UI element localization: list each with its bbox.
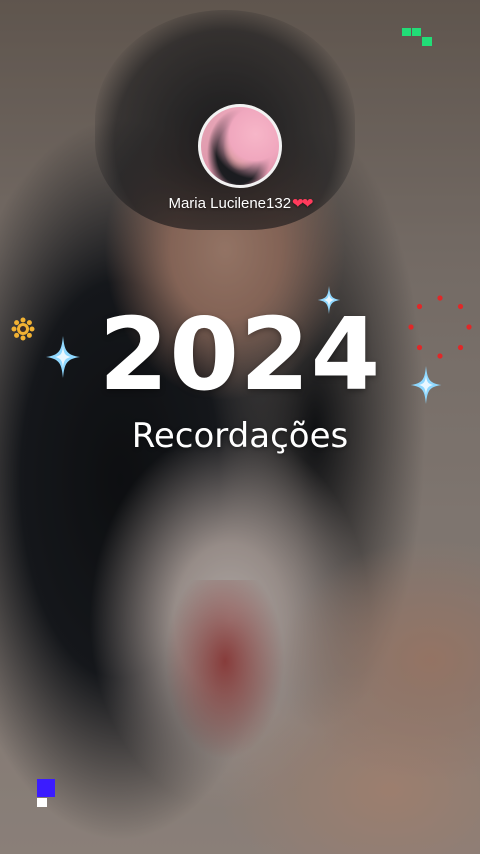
profile-username[interactable]: Maria Lucilene132❤❤ [0,195,480,212]
hearts-icon: ❤❤ [292,195,314,211]
green-pixel-blocks-icon [402,28,432,46]
recap-year: 2024 [98,296,382,413]
recap-story-screen: Maria Lucilene132❤❤ 2024 Recordações [0,0,480,854]
blue-pixel-blocks-icon [37,779,55,807]
recap-subtitle: Recordações [131,416,349,456]
username-text: Maria Lucilene132 [168,195,292,212]
profile-avatar[interactable] [198,104,282,188]
